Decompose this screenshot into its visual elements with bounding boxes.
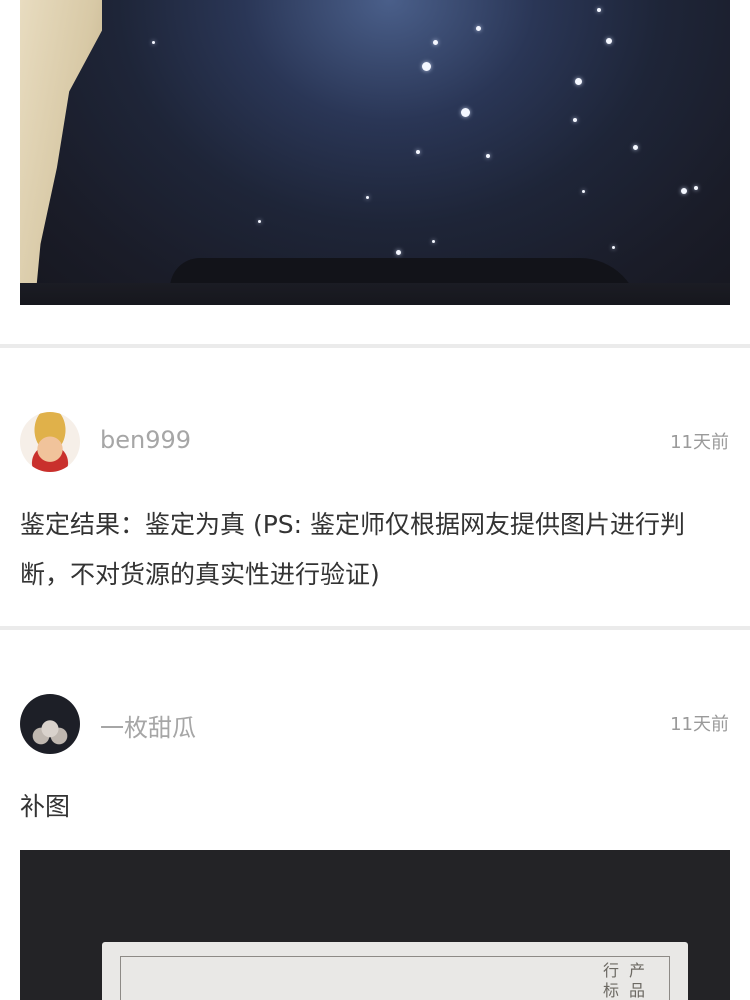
comment-timestamp: 11天前 bbox=[670, 714, 729, 735]
photo-floor-shadow bbox=[20, 283, 730, 305]
photo-star bbox=[366, 196, 369, 199]
photo-fabric-edge bbox=[20, 0, 102, 305]
product-label-card: 产品执行标 bbox=[102, 942, 688, 1000]
photo-star bbox=[422, 62, 431, 71]
comment-username[interactable]: 一枚甜瓜 bbox=[100, 708, 196, 743]
comment-timestamp: 11天前 bbox=[670, 432, 729, 453]
photo-star bbox=[573, 118, 577, 122]
comment-username[interactable]: ben999 bbox=[100, 426, 191, 454]
photo-star bbox=[432, 240, 435, 243]
attached-photo-starry-projection[interactable] bbox=[20, 0, 730, 305]
photo-star bbox=[476, 26, 481, 31]
avatar[interactable] bbox=[20, 694, 80, 754]
photo-star bbox=[606, 38, 612, 44]
avatar[interactable] bbox=[20, 412, 80, 472]
comment-text: 补图 bbox=[20, 792, 71, 821]
photo-star bbox=[258, 220, 261, 223]
photo-star bbox=[612, 246, 615, 249]
comment-text: 鉴定结果：鉴定为真 (PS: 鉴定师仅根据网友提供图片进行判断，不对货源的真实性… bbox=[20, 510, 686, 589]
product-label-border bbox=[120, 956, 670, 1000]
comment-feed: ben999 11天前 鉴定结果：鉴定为真 (PS: 鉴定师仅根据网友提供图片进… bbox=[0, 0, 750, 1000]
photo-star bbox=[152, 41, 155, 44]
photo-star bbox=[575, 78, 582, 85]
photo-star bbox=[486, 154, 490, 158]
comment-item: ben999 11天前 鉴定结果：鉴定为真 (PS: 鉴定师仅根据网友提供图片进… bbox=[0, 348, 750, 626]
photo-star bbox=[396, 250, 401, 255]
product-label-text: 产品执行标 bbox=[596, 962, 648, 1000]
photo-star bbox=[582, 190, 585, 193]
photo-star bbox=[433, 40, 438, 45]
label-line: 产品执行标 bbox=[600, 962, 645, 1000]
photo-star bbox=[681, 188, 687, 194]
photo-star bbox=[597, 8, 601, 12]
photo-star bbox=[633, 145, 638, 150]
photo-star bbox=[416, 150, 420, 154]
photo-star bbox=[694, 186, 698, 190]
attached-photo-product-label[interactable]: 产品执行标 bbox=[20, 850, 730, 1000]
photo-star bbox=[461, 108, 470, 117]
